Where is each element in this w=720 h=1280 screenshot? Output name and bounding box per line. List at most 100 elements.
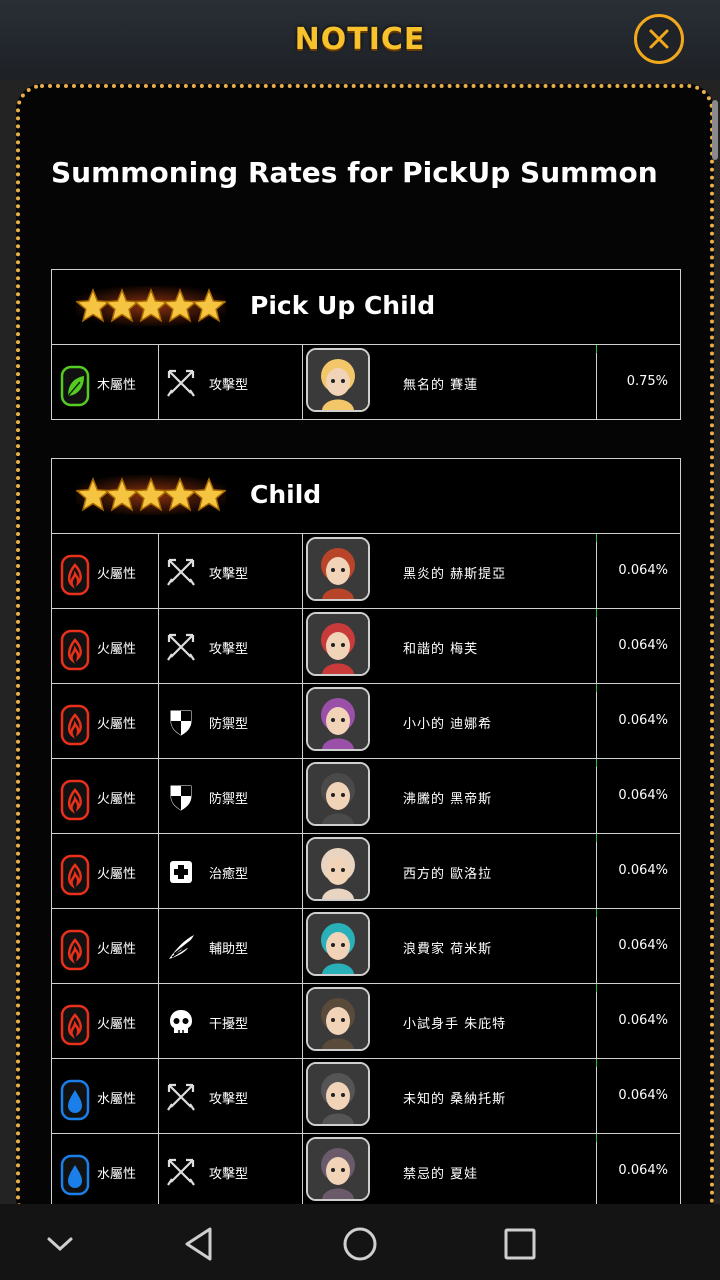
table-row: 木屬性 攻擊型 無名的 賽蓮 0.75% xyxy=(52,345,680,419)
table-row: 水屬性 攻擊型 未知的 桑納托斯 0.064% xyxy=(52,1059,680,1134)
character-portrait xyxy=(306,912,370,976)
character-cell: 浪費家 荷米斯 xyxy=(303,909,597,983)
shield-icon xyxy=(166,782,196,812)
close-icon xyxy=(649,29,669,49)
page-heading: Summoning Rates for PickUp Summon xyxy=(51,156,658,189)
character-cell: 無名的 賽蓮 xyxy=(303,345,597,419)
character-name: 小試身手 朱庇特 xyxy=(403,1017,507,1032)
rate-cell: 0.75% xyxy=(596,345,680,419)
character-name: 小小的 迪娜希 xyxy=(403,717,493,732)
element-label: 火屬性 xyxy=(97,1017,137,1032)
character-cell: 禁忌的 夏娃 xyxy=(303,1134,597,1208)
element-label: 火屬性 xyxy=(97,942,137,957)
character-cell: 黑炎的 赫斯提亞 xyxy=(303,534,597,608)
type-label: 輔助型 xyxy=(209,942,249,957)
rate-cell: 0.064% xyxy=(596,1059,680,1133)
character-name: 無名的 賽蓮 xyxy=(403,378,479,393)
element-cell: 火屬性 xyxy=(52,909,159,983)
swords-icon xyxy=(166,1157,196,1187)
back-triangle-icon[interactable] xyxy=(180,1224,220,1264)
type-cell: 防禦型 xyxy=(159,684,303,758)
swords-icon xyxy=(166,368,196,398)
element-cell: 水屬性 xyxy=(52,1059,159,1133)
element-cell: 火屬性 xyxy=(52,759,159,833)
five-star-icon xyxy=(66,284,236,328)
table-row: 火屬性 輔助型 浪費家 荷米斯 0.064% xyxy=(52,909,680,984)
element-cell: 火屬性 xyxy=(52,534,159,608)
five-star-icon xyxy=(66,473,236,517)
type-cell: 攻擊型 xyxy=(159,534,303,608)
section-title: Pick Up Child xyxy=(250,291,436,320)
character-name: 浪費家 荷米斯 xyxy=(403,942,493,957)
swords-icon xyxy=(166,632,196,662)
recents-square-icon[interactable] xyxy=(500,1224,540,1264)
type-label: 防禦型 xyxy=(209,792,249,807)
summon-rate: 0.064% xyxy=(618,1163,668,1178)
element-label: 水屬性 xyxy=(97,1092,137,1107)
character-cell: 西方的 歐洛拉 xyxy=(303,834,597,908)
rate-cell: 0.064% xyxy=(596,684,680,758)
scrollbar[interactable] xyxy=(712,100,718,160)
rate-section: Child 火屬性 攻擊型 黑炎的 赫斯提亞 0.064% 火屬性 攻擊型 和諧的 梅芙 0.0… xyxy=(51,458,681,1209)
summon-rate: 0.064% xyxy=(618,863,668,878)
type-label: 攻擊型 xyxy=(209,1167,249,1182)
element-cell: 火屬性 xyxy=(52,684,159,758)
water-drop-icon xyxy=(60,1154,90,1204)
type-cell: 攻擊型 xyxy=(159,1134,303,1208)
skull-icon xyxy=(166,1007,196,1037)
character-cell: 小小的 迪娜希 xyxy=(303,684,597,758)
element-label: 火屬性 xyxy=(97,567,137,582)
shield-icon xyxy=(166,707,196,737)
type-label: 干擾型 xyxy=(209,1017,249,1032)
back-chevron-icon[interactable] xyxy=(40,1224,80,1264)
rate-cell: 0.064% xyxy=(596,759,680,833)
character-portrait xyxy=(306,837,370,901)
rate-section: Pick Up Child 木屬性 攻擊型 無名的 賽蓮 0.75% xyxy=(51,269,681,420)
rate-cell: 0.064% xyxy=(596,1134,680,1208)
summon-rate: 0.064% xyxy=(618,1013,668,1028)
character-name: 沸騰的 黑帝斯 xyxy=(403,792,493,807)
rate-cell: 0.064% xyxy=(596,834,680,908)
rate-cell: 0.064% xyxy=(596,984,680,1058)
character-name: 西方的 歐洛拉 xyxy=(403,867,493,882)
element-cell: 火屬性 xyxy=(52,609,159,683)
character-cell: 小試身手 朱庇特 xyxy=(303,984,597,1058)
character-cell: 和諧的 梅芙 xyxy=(303,609,597,683)
swords-icon xyxy=(166,557,196,587)
type-cell: 攻擊型 xyxy=(159,609,303,683)
summon-rate: 0.75% xyxy=(626,374,668,389)
element-cell: 火屬性 xyxy=(52,984,159,1058)
type-label: 防禦型 xyxy=(209,717,249,732)
home-circle-icon[interactable] xyxy=(340,1224,380,1264)
summon-rate: 0.064% xyxy=(618,1088,668,1103)
water-drop-icon xyxy=(60,1079,90,1129)
fire-flame-icon xyxy=(60,704,90,754)
type-cell: 攻擊型 xyxy=(159,1059,303,1133)
element-label: 木屬性 xyxy=(97,378,137,393)
notice-header: NOTICE xyxy=(0,0,720,80)
fire-flame-icon xyxy=(60,854,90,904)
wood-leaf-icon xyxy=(60,365,90,415)
summon-rate: 0.064% xyxy=(618,938,668,953)
section-header: Child xyxy=(52,459,680,534)
close-button[interactable] xyxy=(634,14,684,64)
element-label: 火屬性 xyxy=(97,642,137,657)
table-row: 火屬性 攻擊型 和諧的 梅芙 0.064% xyxy=(52,609,680,684)
rate-cell: 0.064% xyxy=(596,534,680,608)
character-portrait xyxy=(306,687,370,751)
character-name: 禁忌的 夏娃 xyxy=(403,1167,479,1182)
character-name: 未知的 桑納托斯 xyxy=(403,1092,507,1107)
wing-icon xyxy=(166,932,196,962)
type-label: 攻擊型 xyxy=(209,567,249,582)
character-cell: 未知的 桑納托斯 xyxy=(303,1059,597,1133)
table-row: 火屬性 干擾型 小試身手 朱庇特 0.064% xyxy=(52,984,680,1059)
table-row: 火屬性 防禦型 小小的 迪娜希 0.064% xyxy=(52,684,680,759)
character-portrait xyxy=(306,762,370,826)
element-label: 火屬性 xyxy=(97,717,137,732)
type-cell: 攻擊型 xyxy=(159,345,303,419)
type-cell: 治癒型 xyxy=(159,834,303,908)
fire-flame-icon xyxy=(60,554,90,604)
fire-flame-icon xyxy=(60,929,90,979)
table-row: 火屬性 治癒型 西方的 歐洛拉 0.064% xyxy=(52,834,680,909)
element-label: 火屬性 xyxy=(97,792,137,807)
